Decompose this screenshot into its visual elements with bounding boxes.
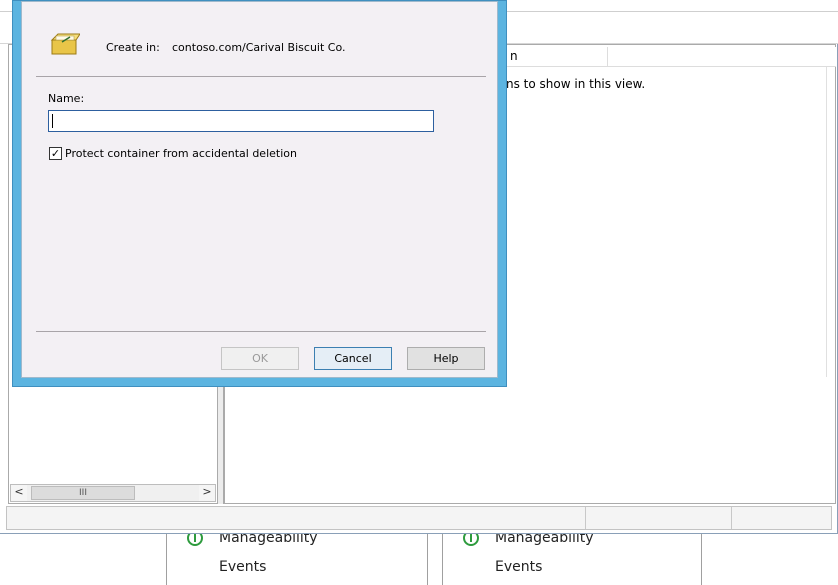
dialog-body: Create in: contoso.com/Carival Biscuit C…: [21, 1, 498, 378]
scroll-left-button[interactable]: <: [11, 485, 27, 501]
separator: [36, 331, 486, 332]
column-header[interactable]: n: [506, 47, 608, 67]
pane-divider: [826, 67, 827, 377]
separator: [36, 76, 486, 77]
horizontal-scrollbar[interactable]: < III >: [10, 484, 216, 502]
list-column-header: n: [506, 47, 836, 67]
dashboard-tile[interactable]: Manageability Events: [166, 528, 428, 585]
dashboard-tiles: Manageability Events Manageability Event…: [0, 528, 838, 585]
tile-events-label[interactable]: Events: [219, 559, 266, 575]
container-icon: [50, 33, 80, 55]
name-label: Name:: [48, 92, 85, 105]
tile-events-label[interactable]: Events: [495, 559, 542, 575]
ok-button[interactable]: OK: [221, 347, 299, 370]
create-in-path: contoso.com/Carival Biscuit Co.: [172, 41, 346, 54]
create-in-label: Create in:: [106, 41, 160, 54]
help-button[interactable]: Help: [407, 347, 485, 370]
scroll-right-button[interactable]: >: [199, 485, 215, 501]
create-container-dialog: Create in: contoso.com/Carival Biscuit C…: [12, 0, 507, 387]
protect-deletion-label[interactable]: Protect container from accidental deleti…: [65, 147, 297, 160]
dashboard-tile[interactable]: Manageability Events: [442, 528, 702, 585]
empty-view-message: ns to show in this view.: [506, 77, 646, 91]
protect-deletion-checkbox[interactable]: ✓: [49, 147, 62, 160]
status-divider: [585, 507, 586, 529]
scroll-thumb[interactable]: III: [31, 486, 135, 500]
cancel-button[interactable]: Cancel: [314, 347, 392, 370]
name-input[interactable]: [48, 110, 434, 132]
status-bar: [6, 506, 832, 530]
text-caret: [52, 114, 53, 128]
status-divider: [731, 507, 732, 529]
